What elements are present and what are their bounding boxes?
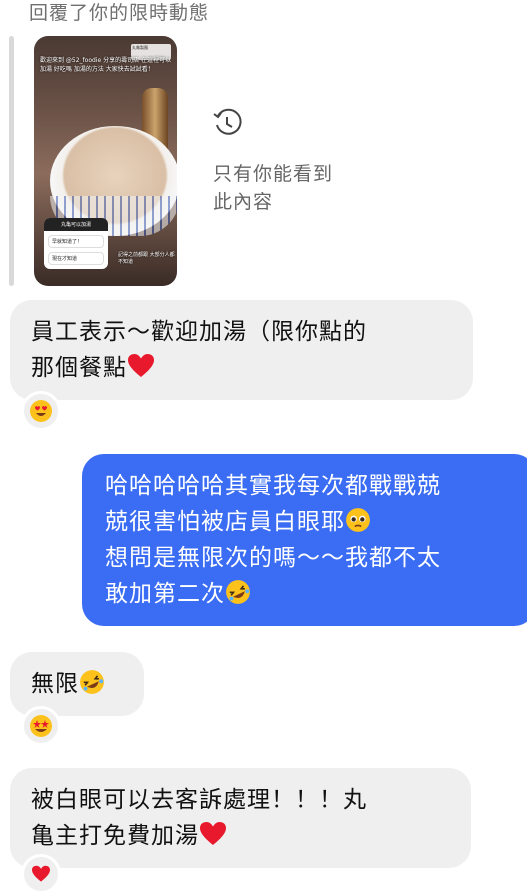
expired-story-notice: 只有你能看到 此內容	[213, 160, 383, 216]
heart-emoji-icon	[200, 822, 226, 845]
message-line: 被白眼可以去客訴處理！！！丸	[31, 787, 367, 813]
expired-line-2: 此內容	[213, 191, 274, 213]
message-bubble-outgoing[interactable]: 哈哈哈哈哈其實我每次都戰戰兢 兢很害怕被店員白眼耶 想問是無限次的嗎～～我都不太…	[82, 454, 527, 626]
reaction-heart-eyes[interactable]	[21, 391, 61, 431]
story-poll-option: 現在才知道	[48, 252, 104, 265]
story-reply-label: 回覆了你的限時動態	[29, 2, 210, 24]
message-line: 哈哈哈哈哈其實我每次都戰戰兢	[105, 473, 441, 499]
message-line: 無限	[31, 666, 131, 702]
reply-quote-bar	[9, 36, 14, 286]
reaction-star-struck[interactable]	[21, 706, 61, 746]
message-bubble-incoming[interactable]: 無限	[10, 652, 144, 716]
message-line: 兢很害怕被店員白眼耶	[105, 504, 525, 540]
story-poll-option: 早就知道了！	[48, 235, 104, 248]
story-overlay-text: 歡迎來到 @52_foodie 分享的壽司店 在這裡可以加湯 好吃嗎 加湯的方法…	[40, 57, 171, 73]
message-line: 亀主打免費加湯	[31, 818, 457, 854]
story-caption: 記得之前都跟 大部分人都不知道	[118, 252, 175, 265]
rofl-emoji-icon	[80, 670, 104, 694]
heart-eyes-emoji-icon	[30, 400, 52, 422]
rofl-emoji-icon	[226, 580, 250, 604]
story-thumbnail[interactable]: 丸亀製麵 歡迎來到 @52_foodie 分享的壽司店 在這裡可以加湯 好吃嗎 …	[34, 36, 177, 286]
message-line: 想問是無限次的嗎～～我都不太	[105, 545, 441, 571]
star-struck-emoji-icon	[30, 715, 52, 737]
message-line: 敢加第二次	[105, 576, 525, 612]
heart-emoji-icon	[128, 354, 154, 377]
message-bubble-incoming[interactable]: 被白眼可以去客訴處理！！！丸 亀主打免費加湯	[10, 768, 471, 868]
message-line: 那個餐點	[31, 350, 461, 386]
pleading-face-emoji-icon	[346, 508, 370, 532]
heart-emoji-icon	[32, 865, 50, 882]
story-poll-title: 丸亀可以加湯	[44, 218, 108, 231]
message-bubble-incoming[interactable]: 員工表示～歡迎加湯（限你點的 那個餐點	[10, 300, 473, 400]
message-line: 員工表示～歡迎加湯（限你點的	[31, 319, 367, 345]
expired-history-icon	[213, 108, 242, 135]
reaction-heart[interactable]	[21, 854, 61, 894]
story-poll: 丸亀可以加湯 早就知道了！ 現在才知道	[44, 218, 108, 269]
expired-line-1: 只有你能看到	[213, 163, 334, 185]
